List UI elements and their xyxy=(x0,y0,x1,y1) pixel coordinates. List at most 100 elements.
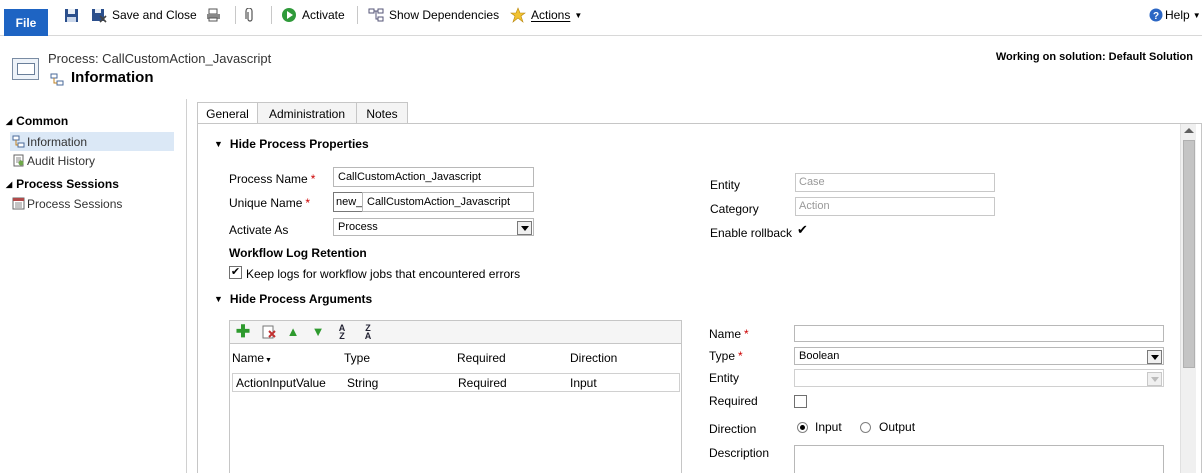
nav-item-label: Process Sessions xyxy=(27,196,123,211)
triangle-down-icon: ◢ xyxy=(6,116,13,126)
process-icon xyxy=(12,58,39,80)
cell-name: ActionInputValue xyxy=(236,376,326,390)
process-name-label: Process Name * xyxy=(229,172,316,186)
category-label: Category xyxy=(710,202,759,216)
scrollbar-thumb[interactable] xyxy=(1183,140,1195,368)
enable-rollback-label: Enable rollback xyxy=(710,226,793,240)
show-dependencies-button[interactable]: Show Dependencies xyxy=(368,6,499,24)
direction-input-radio[interactable] xyxy=(797,422,808,433)
activate-button[interactable]: Activate xyxy=(281,6,345,24)
argument-direction-label: Direction xyxy=(709,422,757,436)
arguments-toolbar: ✚ ▲ ▼ AZ ZA xyxy=(229,320,682,344)
enable-rollback-checkmark[interactable]: ✔ xyxy=(797,222,808,238)
activate-as-value: Process xyxy=(338,221,378,233)
collapse-triangle-icon: ▼ xyxy=(214,294,223,304)
show-dependencies-label: Show Dependencies xyxy=(389,8,500,22)
tab-general[interactable]: General xyxy=(197,102,258,125)
nav-group-common[interactable]: ◢ Common xyxy=(6,114,68,128)
unique-name-input[interactable]: CallCustomAction_Javascript xyxy=(362,192,534,212)
argument-type-value: Boolean xyxy=(799,350,840,362)
argument-description-input[interactable] xyxy=(794,445,1164,473)
direction-output-label: Output xyxy=(879,420,916,434)
solution-label: Working on solution: Default Solution xyxy=(995,51,1193,63)
add-argument-icon[interactable]: ✚ xyxy=(235,323,251,340)
keep-logs-checkbox[interactable]: ✔ xyxy=(229,266,242,279)
save-icon xyxy=(65,8,78,22)
activate-as-label: Activate As xyxy=(229,223,289,237)
chevron-down-icon: ▼ xyxy=(1192,10,1201,20)
unique-name-prefix: new_ xyxy=(333,192,363,212)
delete-argument-icon[interactable] xyxy=(261,324,277,340)
category-field: Action xyxy=(795,197,995,216)
left-navigation: ◢ Common Information Audit History ◢ Pro… xyxy=(0,99,187,473)
process-title: Process: CallCustomAction_Javascript xyxy=(48,51,272,66)
argument-required-label: Required xyxy=(709,394,758,408)
paperclip-icon xyxy=(245,7,253,22)
ribbon-separator xyxy=(357,6,358,24)
save-close-icon xyxy=(92,8,107,23)
move-up-icon[interactable]: ▲ xyxy=(285,324,301,340)
argument-entity-label: Entity xyxy=(709,371,740,385)
dropdown-arrow-icon xyxy=(517,221,532,235)
save-button[interactable] xyxy=(64,6,84,24)
tab-label: Notes xyxy=(366,106,398,121)
print-button[interactable] xyxy=(206,6,221,24)
process-name-input[interactable]: CallCustomAction_Javascript xyxy=(333,167,534,187)
ribbon-separator xyxy=(235,6,236,24)
column-header-type[interactable]: Type xyxy=(344,351,370,365)
triangle-down-icon: ◢ xyxy=(6,179,13,189)
nav-item-audit-history[interactable]: Audit History xyxy=(10,151,174,170)
column-header-direction[interactable]: Direction xyxy=(570,351,617,365)
keep-logs-label: Keep logs for workflow jobs that encount… xyxy=(246,267,521,281)
tab-administration[interactable]: Administration xyxy=(257,102,357,124)
column-header-required[interactable]: Required xyxy=(457,351,506,365)
workflow-log-retention-label: Workflow Log Retention xyxy=(229,246,367,260)
nav-item-label: Information xyxy=(27,134,88,149)
dropdown-arrow-icon xyxy=(1147,350,1162,364)
sort-ascending-icon[interactable]: AZ xyxy=(334,324,350,341)
help-icon: ? xyxy=(1149,8,1163,22)
ribbon-separator xyxy=(271,6,272,24)
nav-group-process-sessions[interactable]: ◢ Process Sessions xyxy=(6,177,119,191)
argument-type-select[interactable]: Boolean xyxy=(794,347,1164,365)
nav-item-information[interactable]: Information xyxy=(10,132,174,151)
argument-description-label: Description xyxy=(709,446,770,460)
file-button[interactable]: File xyxy=(4,9,48,36)
section-process-properties[interactable]: ▼ Hide Process Properties xyxy=(214,137,369,151)
argument-name-label: Name * xyxy=(709,327,749,341)
cell-type: String xyxy=(347,376,379,390)
vertical-scrollbar[interactable] xyxy=(1180,124,1196,473)
chevron-down-icon: ▼ xyxy=(574,10,583,20)
collapse-triangle-icon: ▼ xyxy=(214,139,223,149)
dropdown-arrow-icon xyxy=(1147,372,1162,386)
argument-type-label: Type * xyxy=(709,349,743,363)
sort-descending-icon[interactable]: ZA xyxy=(360,324,376,341)
print-icon xyxy=(207,8,220,22)
actions-menu-button[interactable]: Actions ▼ xyxy=(510,6,582,24)
nav-item-process-sessions[interactable]: Process Sessions xyxy=(10,194,174,213)
activate-as-select[interactable]: Process xyxy=(333,218,534,236)
argument-name-input[interactable] xyxy=(794,325,1164,342)
workflow-icon xyxy=(12,135,25,148)
column-header-name[interactable]: Name▼ xyxy=(232,351,272,365)
cell-required: Required xyxy=(458,376,507,390)
activate-icon xyxy=(282,8,296,22)
direction-output-radio[interactable] xyxy=(860,422,871,433)
form-title: Information xyxy=(71,69,154,86)
workflow-icon xyxy=(50,73,64,86)
tab-notes[interactable]: Notes xyxy=(356,102,408,124)
unique-name-label: Unique Name * xyxy=(229,196,311,210)
save-and-close-button[interactable]: Save and Close xyxy=(91,6,197,24)
section-process-arguments[interactable]: ▼ Hide Process Arguments xyxy=(214,292,372,306)
activate-label: Activate xyxy=(302,8,345,22)
nav-group-label: Process Sessions xyxy=(16,177,119,191)
move-down-icon[interactable]: ▼ xyxy=(310,324,326,340)
help-button[interactable]: ? Help ▼ xyxy=(1149,6,1201,24)
dependencies-icon xyxy=(368,8,384,22)
scroll-up-icon[interactable] xyxy=(1184,128,1194,133)
entity-label: Entity xyxy=(710,178,741,192)
argument-required-checkbox[interactable] xyxy=(794,395,807,408)
nav-group-label: Common xyxy=(16,114,69,128)
section-title: Hide Process Arguments xyxy=(229,292,373,306)
attach-button[interactable] xyxy=(245,6,255,24)
